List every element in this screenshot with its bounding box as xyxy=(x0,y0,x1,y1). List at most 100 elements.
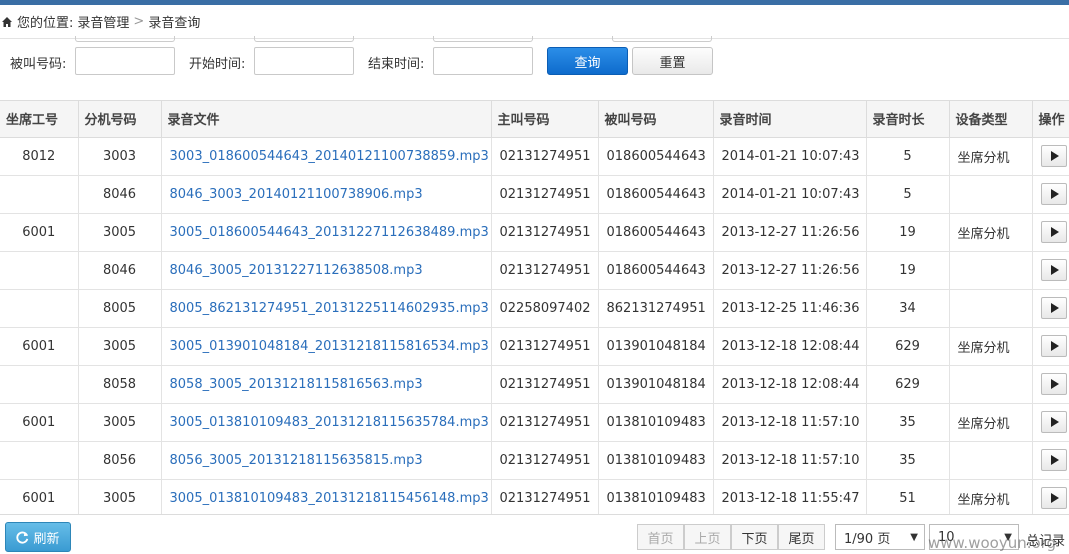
caller-cell: 02131274951 xyxy=(491,327,599,366)
breadcrumb-prefix: 您的位置: xyxy=(17,16,74,31)
play-icon[interactable] xyxy=(1040,411,1067,433)
agent-id-cell: 8012 xyxy=(0,137,79,176)
agent-id-cell xyxy=(0,365,79,404)
called-number-input[interactable] xyxy=(75,47,175,75)
refresh-button[interactable]: 刷新 xyxy=(5,522,71,552)
extension-cell: 8005 xyxy=(78,289,162,328)
breadcrumb-separator: > xyxy=(133,14,145,29)
header-device-type[interactable]: 设备类型 xyxy=(949,101,1033,138)
recording-file-link[interactable]: 3005_018600544643_20131227112638489.mp3 xyxy=(161,213,492,252)
recording-file-link[interactable]: 8046_3003_20140121100738906.mp3 xyxy=(161,175,492,214)
duration-cell: 629 xyxy=(866,327,950,366)
last-page-button[interactable]: 尾页 xyxy=(778,524,825,550)
device-type-cell: 坐席分机 xyxy=(949,403,1033,442)
caller-cell: 02131274951 xyxy=(491,365,599,404)
header-extension[interactable]: 分机号码 xyxy=(78,101,162,138)
recording-file-link[interactable]: 8046_3005_20131227112638508.mp3 xyxy=(161,251,492,290)
callee-cell: 018600544643 xyxy=(598,213,714,252)
called-number-label: 被叫号码: xyxy=(10,57,67,72)
agent-id-cell: 6001 xyxy=(0,403,79,442)
play-icon[interactable] xyxy=(1040,183,1067,205)
partial-input-edge xyxy=(612,36,712,42)
actions-cell xyxy=(1032,137,1069,176)
recording-file-link[interactable]: 3005_013810109483_20131218115456148.mp3 xyxy=(161,479,492,514)
extension-cell: 8058 xyxy=(78,365,162,404)
recording-file-link[interactable]: 3003_018600544643_20140121100738859.mp3 xyxy=(161,137,492,176)
breadcrumb-section[interactable]: 录音管理 xyxy=(77,12,129,31)
agent-id-cell xyxy=(0,251,79,290)
device-type-cell: 坐席分机 xyxy=(949,137,1033,176)
end-time-label: 结束时间: xyxy=(368,57,425,72)
duration-cell: 35 xyxy=(866,403,950,442)
table-header-row: 坐席工号 分机号码 录音文件 主叫号码 被叫号码 录音时间 录音时长 设备类型 … xyxy=(0,101,1069,138)
header-record-time[interactable]: 录音时间 xyxy=(713,101,867,138)
caller-cell: 02131274951 xyxy=(491,137,599,176)
table-row: 8012 3003 3003_018600544643_20140121100738… xyxy=(0,137,1069,176)
play-icon[interactable] xyxy=(1040,259,1067,281)
start-time-input[interactable] xyxy=(254,47,354,75)
prev-page-button[interactable]: 上页 xyxy=(684,524,731,550)
callee-cell: 013901048184 xyxy=(598,327,714,366)
recording-file-link[interactable]: 8056_3005_20131218115635815.mp3 xyxy=(161,441,492,480)
play-icon[interactable] xyxy=(1040,373,1067,395)
record-time-cell: 2013-12-27 11:26:56 xyxy=(713,251,867,290)
agent-id-cell: 6001 xyxy=(0,213,79,252)
play-icon[interactable] xyxy=(1040,487,1067,509)
duration-cell: 35 xyxy=(866,441,950,480)
callee-cell: 018600544643 xyxy=(598,251,714,290)
recording-file-link[interactable]: 3005_013810109483_20131218115635784.mp3 xyxy=(161,403,492,442)
header-agent-id[interactable]: 坐席工号 xyxy=(0,101,79,138)
duration-cell: 5 xyxy=(866,137,950,176)
extension-cell: 3005 xyxy=(78,479,162,514)
extension-cell: 8056 xyxy=(78,441,162,480)
end-time-input[interactable] xyxy=(433,47,533,75)
play-icon[interactable] xyxy=(1040,297,1067,319)
record-time-cell: 2013-12-18 11:55:47 xyxy=(713,479,867,514)
play-icon[interactable] xyxy=(1040,335,1067,357)
callee-cell: 862131274951 xyxy=(598,289,714,328)
recording-file-link[interactable]: 8058_3005_20131218115816563.mp3 xyxy=(161,365,492,404)
header-callee[interactable]: 被叫号码 xyxy=(598,101,714,138)
actions-cell xyxy=(1032,327,1069,366)
agent-id-cell: 6001 xyxy=(0,327,79,366)
table-row: 8056 8056_3005_20131218115635815.mp3 02131… xyxy=(0,441,1069,480)
partial-input-edge xyxy=(433,36,533,42)
header-caller[interactable]: 主叫号码 xyxy=(491,101,599,138)
agent-id-cell xyxy=(0,289,79,328)
filter-bar: 被叫号码: 开始时间: 结束时间: 查询 重置 xyxy=(0,44,1069,80)
page-select[interactable]: 1/90 页 ▼ xyxy=(835,524,925,550)
chevron-down-icon: ▼ xyxy=(910,531,918,543)
next-page-button[interactable]: 下页 xyxy=(731,524,778,550)
extension-cell: 8046 xyxy=(78,251,162,290)
header-actions: 操作 xyxy=(1032,101,1069,138)
table-row: 6001 3005 3005_018600544643_20131227112638… xyxy=(0,213,1069,252)
actions-cell xyxy=(1032,479,1069,514)
reset-button[interactable]: 重置 xyxy=(632,47,713,75)
agent-id-cell xyxy=(0,175,79,214)
play-icon[interactable] xyxy=(1040,221,1067,243)
device-type-cell xyxy=(949,251,1033,290)
play-icon[interactable] xyxy=(1040,145,1067,167)
actions-cell xyxy=(1032,289,1069,328)
device-type-cell xyxy=(949,365,1033,404)
record-time-cell: 2013-12-18 12:08:44 xyxy=(713,327,867,366)
extension-cell: 3003 xyxy=(78,137,162,176)
watermark: www.wooyun.org xyxy=(928,534,1057,552)
extension-cell: 3005 xyxy=(78,403,162,442)
actions-cell xyxy=(1032,365,1069,404)
extension-cell: 3005 xyxy=(78,327,162,366)
header-duration[interactable]: 录音时长 xyxy=(866,101,950,138)
caller-cell: 02131274951 xyxy=(491,403,599,442)
breadcrumb: 您的位置: 录音管理 > 录音查询 xyxy=(0,5,1069,39)
search-button[interactable]: 查询 xyxy=(547,47,628,75)
callee-cell: 013810109483 xyxy=(598,479,714,514)
table-row: 6001 3005 3005_013901048184_20131218115816… xyxy=(0,327,1069,366)
recording-file-link[interactable]: 3005_013901048184_20131218115816534.mp3 xyxy=(161,327,492,366)
extension-cell: 8046 xyxy=(78,175,162,214)
recording-file-link[interactable]: 8005_862131274951_20131225114602935.mp3 xyxy=(161,289,492,328)
header-recording-file[interactable]: 录音文件 xyxy=(161,101,492,138)
first-page-button[interactable]: 首页 xyxy=(637,524,684,550)
start-time-label: 开始时间: xyxy=(189,57,246,72)
table-row: 8005 8005_862131274951_20131225114602935.… xyxy=(0,289,1069,328)
play-icon[interactable] xyxy=(1040,449,1067,471)
